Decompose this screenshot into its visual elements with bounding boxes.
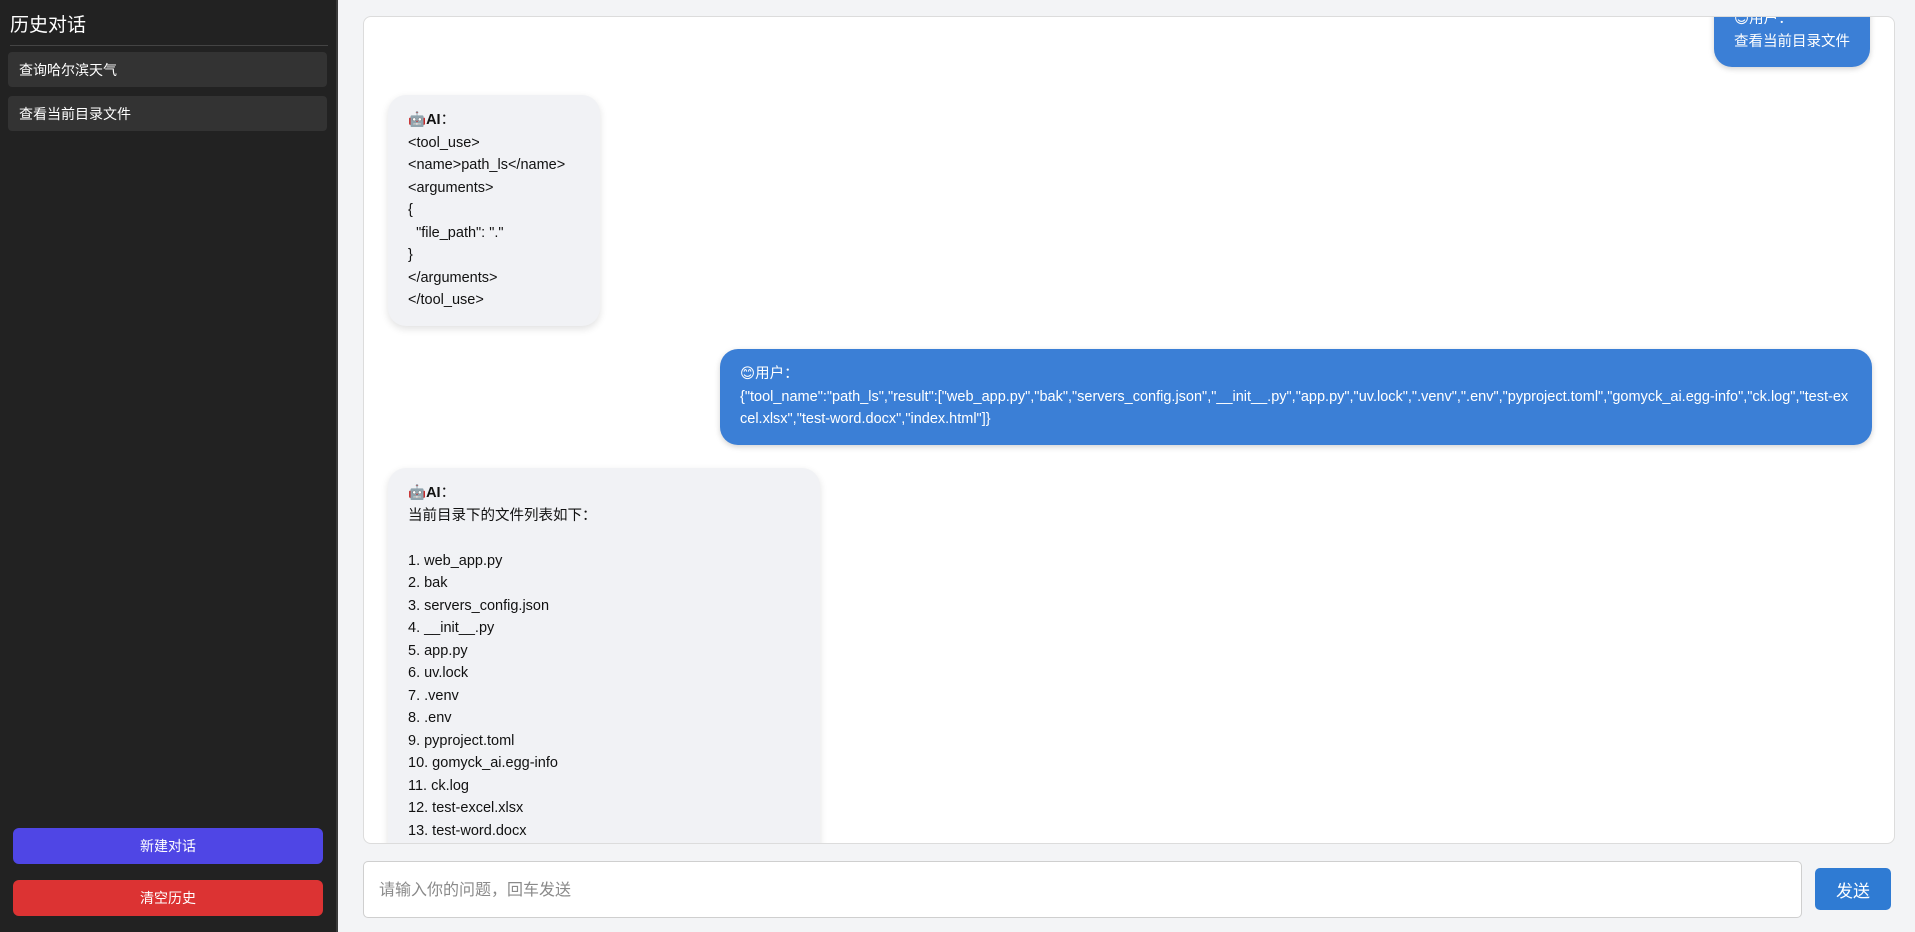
history-item[interactable]: 查询哈尔滨天气 — [8, 52, 327, 87]
robot-icon: 🤖 — [408, 485, 427, 501]
history-item[interactable]: 查看当前目录文件 — [8, 96, 327, 131]
ai-message: 🤖AI： 当前目录下的文件列表如下： 1. web_app.py 2. bak … — [388, 468, 820, 843]
message-text: {"tool_name":"path_ls","result":["web_ap… — [740, 388, 1849, 428]
message-speaker: 😊用户： — [1734, 16, 1850, 31]
user-message: 😊用户： 查看当前目录文件 — [1714, 16, 1870, 67]
message-text: <tool_use> <name>path_ls</name> <argumen… — [408, 134, 566, 309]
message-speaker: 😊用户： — [740, 366, 799, 382]
message-speaker: 🤖AI： — [408, 112, 456, 128]
question-input[interactable] — [363, 861, 1802, 918]
ai-message: 🤖AI： <tool_use> <name>path_ls</name> <ar… — [388, 95, 600, 326]
clear-history-button[interactable]: 清空历史 — [13, 880, 323, 916]
sidebar: 历史对话 查询哈尔滨天气 查看当前目录文件 新建对话 清空历史 — [0, 0, 338, 932]
message-text: 当前目录下的文件列表如下： 1. web_app.py 2. bak 3. se… — [408, 507, 597, 839]
smile-icon: 😊 — [1734, 16, 1750, 27]
sidebar-title: 历史对话 — [10, 10, 328, 46]
history-list: 查询哈尔滨天气 查看当前目录文件 — [8, 52, 327, 140]
user-message: 😊用户： {"tool_name":"path_ls","result":["w… — [720, 349, 1872, 445]
new-chat-button[interactable]: 新建对话 — [13, 828, 323, 864]
send-button[interactable]: 发送 — [1815, 868, 1891, 910]
chat-window[interactable]: 😊用户： 查看当前目录文件 🤖AI： <tool_use> <name>path… — [363, 16, 1895, 844]
message-speaker: 🤖AI： — [408, 485, 456, 501]
smile-icon: 😊 — [740, 366, 756, 382]
robot-icon: 🤖 — [408, 112, 427, 128]
message-text: 查看当前目录文件 — [1734, 33, 1850, 50]
